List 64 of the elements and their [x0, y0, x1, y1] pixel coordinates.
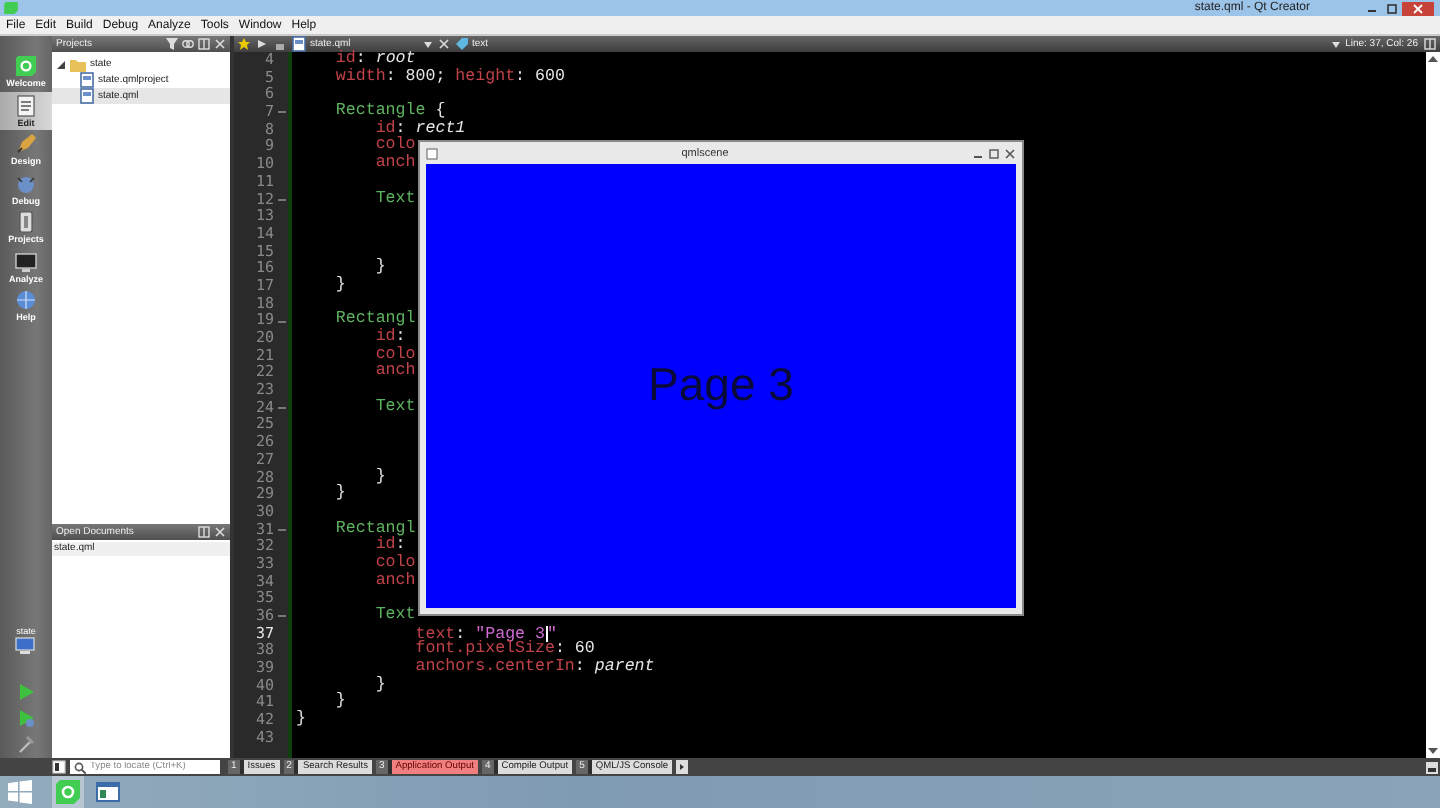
fold-marker-icon[interactable]: [277, 527, 285, 532]
hammer-icon[interactable]: [16, 734, 36, 754]
code-line: width: 800; height: 600: [333, 67, 565, 86]
code-line: anchors.centerIn: parent: [413, 658, 655, 677]
qt-logo-icon: [14, 54, 38, 79]
split-icon[interactable]: [1424, 38, 1436, 50]
code-line: colo: [373, 136, 416, 155]
binder-icon: [14, 210, 38, 235]
fold-marker-icon[interactable]: [277, 406, 285, 411]
code-line: }: [373, 467, 386, 485]
close-icon[interactable]: [1003, 147, 1016, 159]
app-icon: [426, 147, 438, 159]
bug-icon: [14, 171, 38, 196]
code-line: id: rect1: [373, 119, 466, 138]
monitor-icon: [14, 636, 38, 656]
fold-marker-icon[interactable]: [277, 110, 285, 115]
search-icon: [74, 761, 86, 773]
code-line: colo: [373, 553, 416, 572]
qt-logo-icon: [56, 780, 80, 804]
code-line: Text: [373, 189, 416, 207]
close-icon[interactable]: [1402, 1, 1434, 15]
caret-icon: [424, 41, 432, 47]
code-line: font.pixelSize: 60: [413, 640, 595, 659]
fold-marker-icon[interactable]: [277, 197, 285, 202]
code-line: }: [373, 675, 386, 694]
code-line: anch: [373, 571, 416, 590]
code-line: Rectangl: [333, 519, 416, 538]
scrollbar[interactable]: [1426, 52, 1440, 758]
globe-icon: [14, 288, 38, 313]
maximize-icon[interactable]: [987, 147, 1000, 159]
code-line: id:: [373, 536, 406, 555]
code-line: }: [296, 710, 306, 729]
sidebar-toggle-icon[interactable]: [52, 760, 66, 774]
caret-icon[interactable]: [1331, 41, 1340, 47]
code-line: anch: [373, 362, 416, 381]
code-line: }: [333, 484, 346, 503]
fold-marker-icon[interactable]: [277, 614, 285, 619]
code-line: }: [333, 275, 346, 294]
folder-icon: [70, 57, 86, 71]
code-line: colo: [373, 345, 416, 364]
file-icon: [292, 36, 306, 52]
maximize-icon[interactable]: [1382, 1, 1402, 15]
code-line: id:: [373, 328, 406, 346]
code-line: }: [373, 258, 386, 277]
more-icon[interactable]: [676, 760, 689, 774]
code-line: anch: [373, 154, 416, 173]
taskbar-app[interactable]: [92, 776, 124, 808]
code-line: }: [333, 692, 346, 711]
code-line: Text: [373, 606, 416, 624]
pen-icon: [14, 132, 38, 157]
code-line: id: root: [335, 50, 416, 68]
window-icon: [96, 782, 120, 802]
page-label: Page 3: [648, 358, 794, 410]
code-line: Rectangl: [333, 310, 416, 329]
code-line: Rectangle {: [333, 102, 446, 121]
fold-marker-icon[interactable]: [277, 319, 285, 324]
link-icon[interactable]: [182, 38, 194, 50]
split-icon[interactable]: [198, 526, 210, 538]
panel-icon[interactable]: [1426, 761, 1438, 773]
split-icon[interactable]: [198, 38, 210, 50]
code-line: Text: [373, 397, 416, 416]
expanded-arrow-icon[interactable]: [56, 59, 66, 69]
monitor-icon: [14, 249, 38, 274]
document-icon: [14, 93, 38, 118]
